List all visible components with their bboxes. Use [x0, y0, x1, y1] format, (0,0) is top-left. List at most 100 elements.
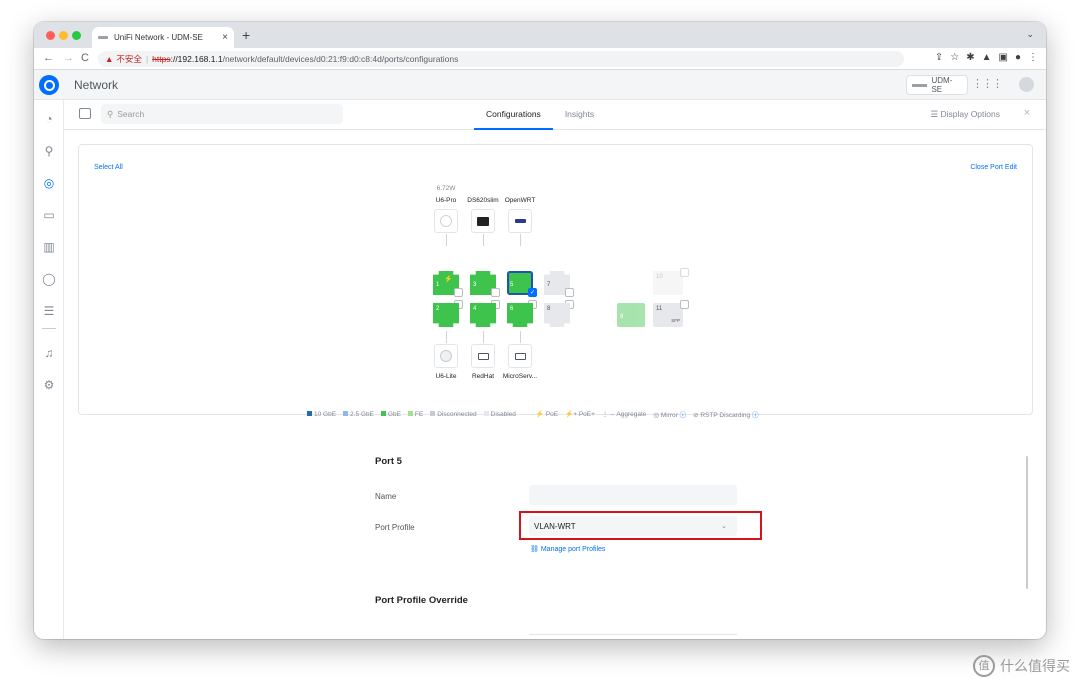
display-options-button[interactable]: ☰ Display Options — [930, 109, 1000, 120]
star-icon[interactable]: ☆ — [950, 52, 959, 63]
info-icon[interactable]: ⓘ — [752, 412, 759, 419]
browser-tab-title: UniFi Network - UDM-SE — [114, 33, 203, 42]
aggregate-icon: ⋮→ — [601, 411, 615, 418]
insights-icon[interactable]: ◯ — [42, 272, 56, 286]
watermark: 值 什么值得买 — [973, 655, 1070, 677]
topology-icon[interactable]: ⚲ — [42, 144, 56, 158]
port-checkbox[interactable] — [491, 288, 500, 297]
address-bar: ← → C ▲ 不安全 | https ://192.168.1.1 /netw… — [34, 48, 1046, 70]
port-10[interactable]: 10 — [653, 271, 683, 295]
tab-configurations[interactable]: Configurations — [474, 100, 553, 130]
settings-icon[interactable]: ⚙ — [42, 378, 56, 392]
close-port-edit-link[interactable]: Close Port Edit — [970, 164, 1017, 171]
device-name: MicroServ... — [502, 373, 538, 380]
switch-ports-panel: Select All Close Port Edit 6.72W U6-Pro … — [78, 144, 1033, 419]
browser-toolbar: ⇪ ☆ ✱ ▲ ▣ ● ⋮ — [935, 52, 1038, 63]
console-selector[interactable]: UDM-SE — [906, 75, 968, 95]
link-line — [520, 234, 521, 246]
nas-icon[interactable] — [471, 209, 495, 233]
browser-tab[interactable]: UniFi Network - UDM-SE × — [92, 27, 234, 48]
sidebar-icon[interactable]: ▣ — [999, 52, 1008, 63]
port-9[interactable]: 9 — [617, 303, 645, 327]
sliders-icon: ☰ — [930, 109, 939, 119]
logs-icon[interactable]: ☰ — [42, 304, 56, 318]
profile-icon[interactable]: ● — [1015, 52, 1021, 63]
device-power: 6.72W — [436, 185, 456, 192]
port-6[interactable]: 6 — [507, 303, 533, 327]
legend-mirror: ◎ Mirror ⓘ — [653, 412, 687, 419]
close-panel-icon[interactable]: × — [1024, 107, 1030, 119]
devices-icon[interactable]: ◎ — [42, 176, 56, 190]
alarm-icon[interactable]: ♫ — [42, 346, 56, 360]
panel-toggle-icon[interactable] — [79, 108, 91, 119]
port-profile-label: Port Profile — [375, 523, 415, 532]
share-icon[interactable]: ⇪ — [935, 52, 943, 63]
extensions-icon[interactable]: ✱ — [966, 52, 974, 63]
info-icon[interactable]: ⓘ — [680, 412, 687, 419]
url-scheme: https — [152, 54, 171, 64]
router-icon[interactable] — [508, 209, 532, 233]
dashboard-icon[interactable]: ◔ — [42, 112, 56, 126]
url-separator: | — [145, 54, 149, 64]
search-input[interactable]: ⚲ Search — [101, 104, 343, 124]
back-button[interactable]: ← — [43, 52, 54, 64]
unifi-logo-icon[interactable] — [39, 75, 59, 95]
close-window-button[interactable] — [46, 31, 55, 40]
more-icon[interactable]: ⋮ — [1028, 52, 1038, 63]
console-name: UDM-SE — [931, 76, 953, 94]
link-line — [446, 234, 447, 246]
legend-rstp: ⊘ RSTP Discarding ⓘ — [693, 412, 759, 419]
port-checkbox-checked[interactable]: ✓ — [528, 288, 537, 297]
port-2[interactable]: 2 — [433, 303, 459, 327]
statistics-icon[interactable]: ▥ — [42, 240, 56, 254]
access-point-icon[interactable] — [434, 344, 458, 368]
manage-port-profiles-link[interactable]: ⛓ Manage port Profiles — [530, 545, 605, 553]
gateway-device-icon — [912, 83, 928, 87]
insecure-label: 不安全 — [116, 54, 142, 64]
port-11[interactable]: 11 SFP — [653, 303, 683, 327]
form-scrollbar[interactable] — [1026, 456, 1028, 589]
browser-window: UniFi Network - UDM-SE × + ⌄ ← → C ▲ 不安全… — [34, 22, 1046, 639]
link-line — [483, 331, 484, 343]
tab-insights[interactable]: Insights — [553, 100, 606, 130]
poe-icon: ⚡ — [444, 276, 453, 283]
legend-item: 10 GbE — [307, 411, 336, 418]
legend-item: GbE — [380, 411, 401, 418]
server-icon[interactable] — [508, 344, 532, 368]
port-legend: 10 GbE 2.5 GbE GbE FE Disconnected Disab… — [307, 409, 758, 419]
server-icon[interactable] — [471, 344, 495, 368]
link-line — [446, 331, 447, 343]
device-name: OpenWRT — [504, 197, 536, 204]
select-all-link[interactable]: Select All — [94, 164, 123, 171]
avatar[interactable] — [1019, 77, 1034, 92]
rstp-discarding-icon: ⊘ — [693, 412, 699, 419]
port-checkbox[interactable] — [565, 288, 574, 297]
app-title: Network — [74, 78, 119, 92]
url-host: ://192.168.1.1 — [170, 54, 223, 64]
port-checkbox[interactable] — [454, 288, 463, 297]
port-checkbox[interactable] — [680, 300, 689, 309]
legend-aggregate: ⋮→ Aggregate — [601, 411, 647, 418]
app-header: Network UDM-SE ⋮⋮⋮ — [34, 70, 1046, 100]
flask-icon[interactable]: ▲ — [982, 52, 992, 63]
sidebar: ◔ ⚲ ◎ ▭ ▥ ◯ ☰ ♫ ⚙ — [34, 100, 64, 639]
access-point-icon[interactable] — [434, 209, 458, 233]
apps-grid-icon[interactable]: ⋮⋮⋮ — [972, 77, 1003, 90]
reload-button[interactable]: C — [81, 52, 89, 64]
port-title: Port 5 — [375, 456, 402, 467]
client-devices-icon[interactable]: ▭ — [42, 208, 56, 222]
port-checkbox[interactable] — [680, 268, 689, 277]
tab-search-icon[interactable]: ⌄ — [1026, 29, 1034, 40]
new-tab-button[interactable]: + — [242, 27, 250, 43]
port-4[interactable]: 4 — [470, 303, 496, 327]
port-name-field[interactable] — [529, 485, 737, 505]
favicon-icon — [98, 36, 108, 39]
zoom-window-button[interactable] — [72, 31, 81, 40]
port-8[interactable]: 8 — [544, 303, 570, 327]
device-tabs: Configurations Insights — [474, 100, 606, 130]
forward-button[interactable]: → — [63, 52, 74, 64]
minimize-window-button[interactable] — [59, 31, 68, 40]
url-field[interactable]: ▲ 不安全 | https ://192.168.1.1 /network/de… — [98, 51, 904, 67]
close-tab-icon[interactable]: × — [222, 32, 228, 43]
url-path: /network/default/devices/d0:21:f9:d0:c8:… — [222, 54, 459, 64]
